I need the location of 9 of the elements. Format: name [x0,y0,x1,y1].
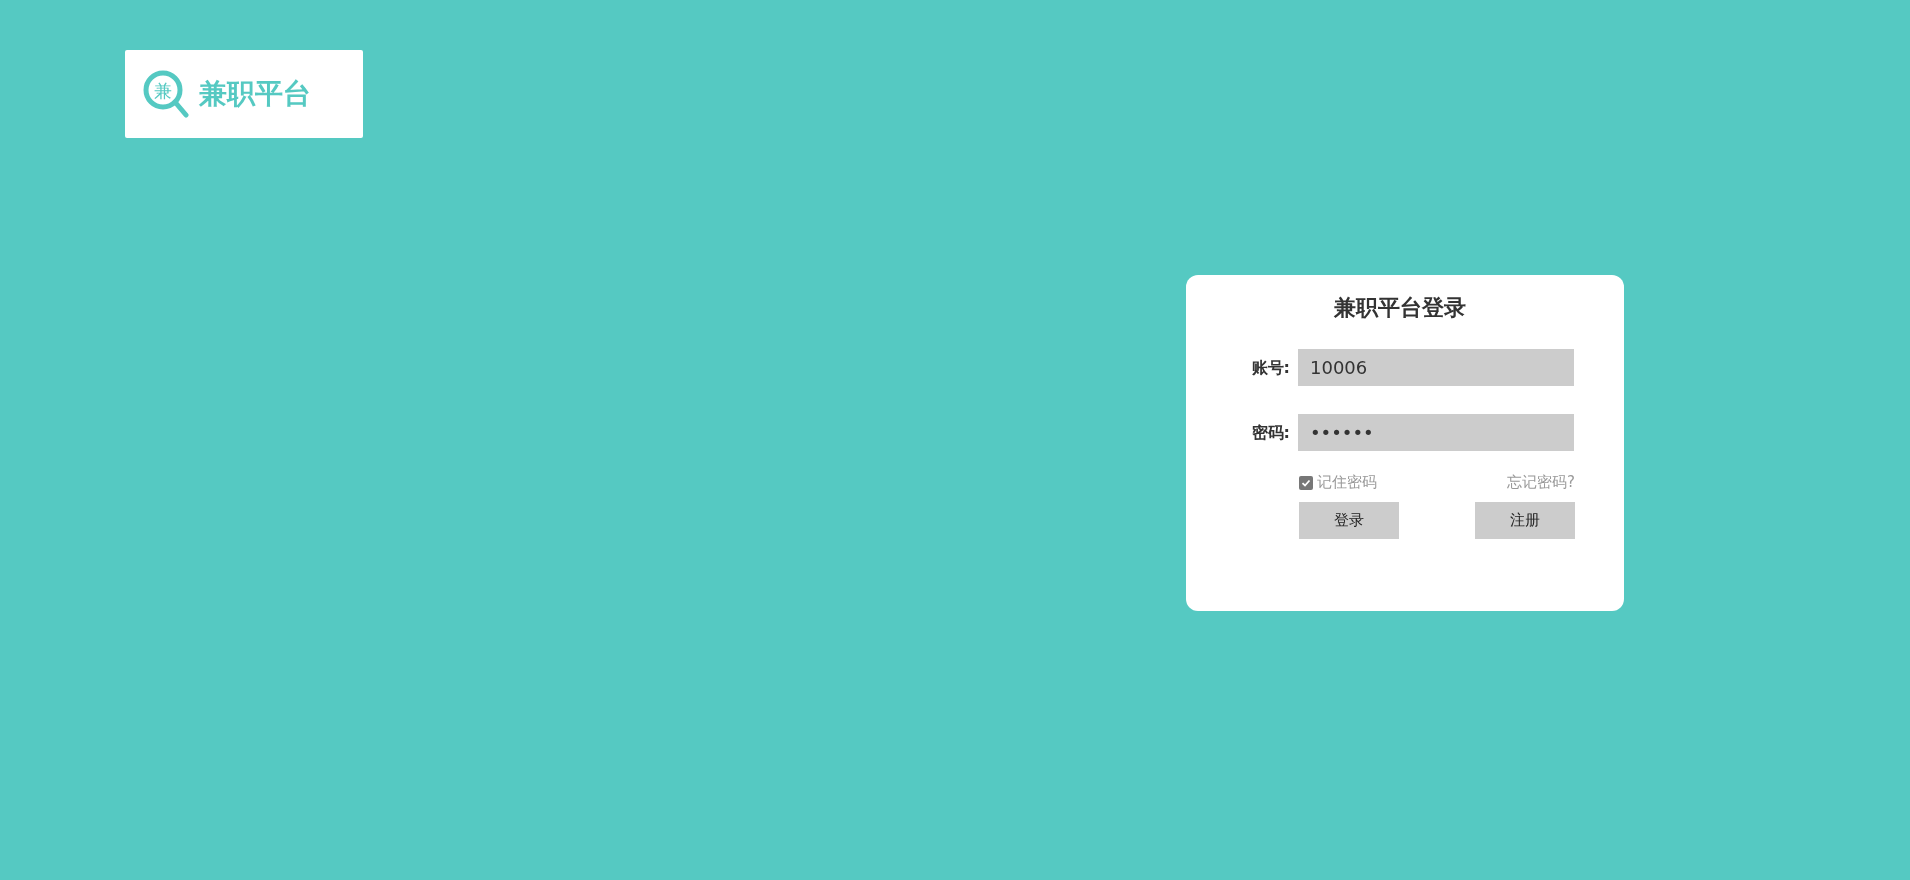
field-label: 账号: [1250,356,1291,379]
checkbox-icon[interactable] [1299,475,1313,490]
register-button[interactable]: 注册 [1475,501,1575,539]
password-field[interactable]: •••••• [1298,414,1574,452]
logo-title: 兼职平台 [199,76,311,112]
login-title: 兼职平台登录 [1333,295,1467,322]
account-field[interactable]: 10006 [1298,349,1574,387]
field-label: 密码: [1250,421,1291,444]
login-button[interactable]: 登录 [1299,501,1399,539]
